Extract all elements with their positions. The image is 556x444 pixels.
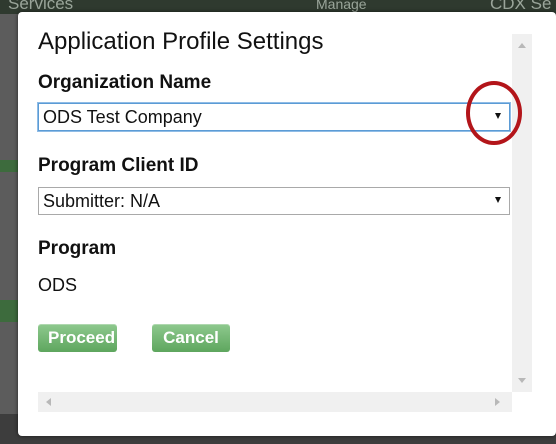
scroll-down-arrow-icon[interactable] <box>518 378 526 383</box>
organization-name-select[interactable]: ODS Test Company <box>38 103 510 131</box>
dropdown-arrow-icon[interactable] <box>495 113 501 119</box>
scroll-left-arrow-icon[interactable] <box>46 398 51 406</box>
dropdown-arrow-icon[interactable] <box>495 197 501 203</box>
program-client-id-label: Program Client ID <box>38 155 199 176</box>
application-profile-dialog: Application Profile Settings Organizatio… <box>18 12 556 436</box>
organization-name-label: Organization Name <box>38 72 212 93</box>
program-client-id-value: Submitter: N/A <box>43 191 161 211</box>
organization-name-value: ODS Test Company <box>43 107 202 127</box>
background-green-bar <box>0 300 18 322</box>
dialog-title: Application Profile Settings <box>38 28 324 55</box>
program-client-id-select[interactable]: Submitter: N/A <box>38 187 510 215</box>
vertical-scrollbar[interactable] <box>512 34 532 392</box>
horizontal-scrollbar[interactable] <box>38 392 512 412</box>
program-value: ODS <box>38 275 78 295</box>
cancel-button[interactable]: Cancel <box>152 324 230 352</box>
proceed-button[interactable]: Proceed <box>38 324 117 352</box>
background-left-strip <box>0 14 18 414</box>
scroll-up-arrow-icon[interactable] <box>518 43 526 48</box>
scroll-right-arrow-icon[interactable] <box>495 398 500 406</box>
background-nav-manage: Manage <box>316 0 367 12</box>
background-green-bar <box>0 160 18 172</box>
program-label: Program <box>38 238 117 259</box>
